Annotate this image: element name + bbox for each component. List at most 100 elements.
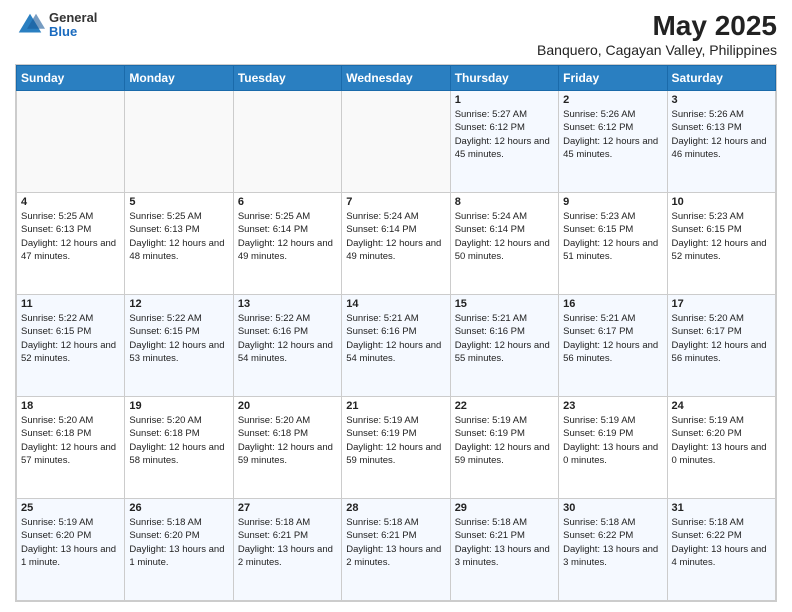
day-info: Sunrise: 5:27 AM Sunset: 6:12 PM Dayligh… <box>455 108 554 161</box>
calendar-cell: 10 Sunrise: 5:23 AM Sunset: 6:15 PM Dayl… <box>667 193 775 295</box>
calendar-day-header: Friday <box>559 66 667 91</box>
sunrise-label: Sunrise: 5:18 AM <box>672 517 744 528</box>
day-number: 20 <box>238 400 337 412</box>
calendar-cell: 24 Sunrise: 5:19 AM Sunset: 6:20 PM Dayl… <box>667 397 775 499</box>
sunset-label: Sunset: 6:20 PM <box>672 428 742 439</box>
day-number: 15 <box>455 298 554 310</box>
sunset-label: Sunset: 6:14 PM <box>238 224 308 235</box>
daylight-label: Daylight: 12 hours and 52 minutes. <box>21 340 116 364</box>
day-info: Sunrise: 5:18 AM Sunset: 6:21 PM Dayligh… <box>346 516 445 569</box>
sunset-label: Sunset: 6:21 PM <box>455 530 525 541</box>
daylight-label: Daylight: 12 hours and 50 minutes. <box>455 238 550 262</box>
daylight-label: Daylight: 12 hours and 48 minutes. <box>129 238 224 262</box>
calendar-cell <box>17 91 125 193</box>
day-number: 11 <box>21 298 120 310</box>
daylight-label: Daylight: 12 hours and 51 minutes. <box>563 238 658 262</box>
sunrise-label: Sunrise: 5:18 AM <box>563 517 635 528</box>
page-title: May 2025 <box>537 10 777 42</box>
sunrise-label: Sunrise: 5:20 AM <box>129 415 201 426</box>
sunrise-label: Sunrise: 5:20 AM <box>21 415 93 426</box>
sunrise-label: Sunrise: 5:19 AM <box>672 415 744 426</box>
day-info: Sunrise: 5:18 AM Sunset: 6:22 PM Dayligh… <box>672 516 771 569</box>
day-number: 2 <box>563 94 662 106</box>
sunrise-label: Sunrise: 5:25 AM <box>238 211 310 222</box>
calendar-week-row: 18 Sunrise: 5:20 AM Sunset: 6:18 PM Dayl… <box>17 397 776 499</box>
daylight-label: Daylight: 12 hours and 56 minutes. <box>563 340 658 364</box>
calendar-cell: 7 Sunrise: 5:24 AM Sunset: 6:14 PM Dayli… <box>342 193 450 295</box>
sunset-label: Sunset: 6:21 PM <box>238 530 308 541</box>
calendar-cell: 15 Sunrise: 5:21 AM Sunset: 6:16 PM Dayl… <box>450 295 558 397</box>
daylight-label: Daylight: 13 hours and 2 minutes. <box>238 544 333 568</box>
calendar-cell: 26 Sunrise: 5:18 AM Sunset: 6:20 PM Dayl… <box>125 499 233 601</box>
day-info: Sunrise: 5:18 AM Sunset: 6:21 PM Dayligh… <box>455 516 554 569</box>
calendar-cell: 3 Sunrise: 5:26 AM Sunset: 6:13 PM Dayli… <box>667 91 775 193</box>
calendar-cell: 9 Sunrise: 5:23 AM Sunset: 6:15 PM Dayli… <box>559 193 667 295</box>
calendar-week-row: 25 Sunrise: 5:19 AM Sunset: 6:20 PM Dayl… <box>17 499 776 601</box>
daylight-label: Daylight: 12 hours and 53 minutes. <box>129 340 224 364</box>
day-info: Sunrise: 5:23 AM Sunset: 6:15 PM Dayligh… <box>672 210 771 263</box>
day-number: 3 <box>672 94 771 106</box>
sunrise-label: Sunrise: 5:19 AM <box>455 415 527 426</box>
daylight-label: Daylight: 12 hours and 49 minutes. <box>346 238 441 262</box>
day-number: 7 <box>346 196 445 208</box>
day-number: 1 <box>455 94 554 106</box>
day-number: 8 <box>455 196 554 208</box>
calendar-cell: 4 Sunrise: 5:25 AM Sunset: 6:13 PM Dayli… <box>17 193 125 295</box>
calendar-cell: 27 Sunrise: 5:18 AM Sunset: 6:21 PM Dayl… <box>233 499 341 601</box>
day-number: 14 <box>346 298 445 310</box>
day-number: 12 <box>129 298 228 310</box>
calendar-day-header: Thursday <box>450 66 558 91</box>
calendar-week-row: 11 Sunrise: 5:22 AM Sunset: 6:15 PM Dayl… <box>17 295 776 397</box>
day-info: Sunrise: 5:19 AM Sunset: 6:19 PM Dayligh… <box>455 414 554 467</box>
day-number: 13 <box>238 298 337 310</box>
day-info: Sunrise: 5:19 AM Sunset: 6:19 PM Dayligh… <box>346 414 445 467</box>
day-number: 24 <box>672 400 771 412</box>
day-info: Sunrise: 5:25 AM Sunset: 6:13 PM Dayligh… <box>21 210 120 263</box>
sunrise-label: Sunrise: 5:19 AM <box>21 517 93 528</box>
calendar-cell: 23 Sunrise: 5:19 AM Sunset: 6:19 PM Dayl… <box>559 397 667 499</box>
day-info: Sunrise: 5:24 AM Sunset: 6:14 PM Dayligh… <box>455 210 554 263</box>
calendar-cell <box>125 91 233 193</box>
sunset-label: Sunset: 6:19 PM <box>455 428 525 439</box>
daylight-label: Daylight: 12 hours and 56 minutes. <box>672 340 767 364</box>
sunset-label: Sunset: 6:18 PM <box>238 428 308 439</box>
day-info: Sunrise: 5:25 AM Sunset: 6:14 PM Dayligh… <box>238 210 337 263</box>
sunset-label: Sunset: 6:16 PM <box>455 326 525 337</box>
sunset-label: Sunset: 6:16 PM <box>346 326 416 337</box>
sunset-label: Sunset: 6:15 PM <box>563 224 633 235</box>
day-number: 30 <box>563 502 662 514</box>
day-number: 16 <box>563 298 662 310</box>
daylight-label: Daylight: 12 hours and 47 minutes. <box>21 238 116 262</box>
day-info: Sunrise: 5:22 AM Sunset: 6:15 PM Dayligh… <box>21 312 120 365</box>
calendar-day-header: Sunday <box>17 66 125 91</box>
calendar-day-header: Monday <box>125 66 233 91</box>
daylight-label: Daylight: 13 hours and 1 minute. <box>21 544 116 568</box>
daylight-label: Daylight: 13 hours and 4 minutes. <box>672 544 767 568</box>
day-number: 17 <box>672 298 771 310</box>
sunrise-label: Sunrise: 5:22 AM <box>238 313 310 324</box>
title-block: May 2025 Banquero, Cagayan Valley, Phili… <box>537 10 777 58</box>
calendar-cell <box>342 91 450 193</box>
daylight-label: Daylight: 12 hours and 54 minutes. <box>238 340 333 364</box>
day-number: 9 <box>563 196 662 208</box>
sunset-label: Sunset: 6:16 PM <box>238 326 308 337</box>
day-number: 26 <box>129 502 228 514</box>
logo-text: General Blue <box>49 11 97 40</box>
sunrise-label: Sunrise: 5:25 AM <box>129 211 201 222</box>
logo: General Blue <box>15 10 97 40</box>
daylight-label: Daylight: 12 hours and 49 minutes. <box>238 238 333 262</box>
sunset-label: Sunset: 6:17 PM <box>563 326 633 337</box>
sunrise-label: Sunrise: 5:20 AM <box>238 415 310 426</box>
header: General Blue May 2025 Banquero, Cagayan … <box>15 10 777 58</box>
sunrise-label: Sunrise: 5:21 AM <box>563 313 635 324</box>
sunrise-label: Sunrise: 5:19 AM <box>346 415 418 426</box>
day-number: 10 <box>672 196 771 208</box>
day-number: 31 <box>672 502 771 514</box>
calendar-cell: 2 Sunrise: 5:26 AM Sunset: 6:12 PM Dayli… <box>559 91 667 193</box>
day-info: Sunrise: 5:20 AM Sunset: 6:18 PM Dayligh… <box>238 414 337 467</box>
daylight-label: Daylight: 12 hours and 55 minutes. <box>455 340 550 364</box>
daylight-label: Daylight: 12 hours and 45 minutes. <box>563 136 658 160</box>
calendar-week-row: 4 Sunrise: 5:25 AM Sunset: 6:13 PM Dayli… <box>17 193 776 295</box>
day-info: Sunrise: 5:22 AM Sunset: 6:15 PM Dayligh… <box>129 312 228 365</box>
day-number: 6 <box>238 196 337 208</box>
